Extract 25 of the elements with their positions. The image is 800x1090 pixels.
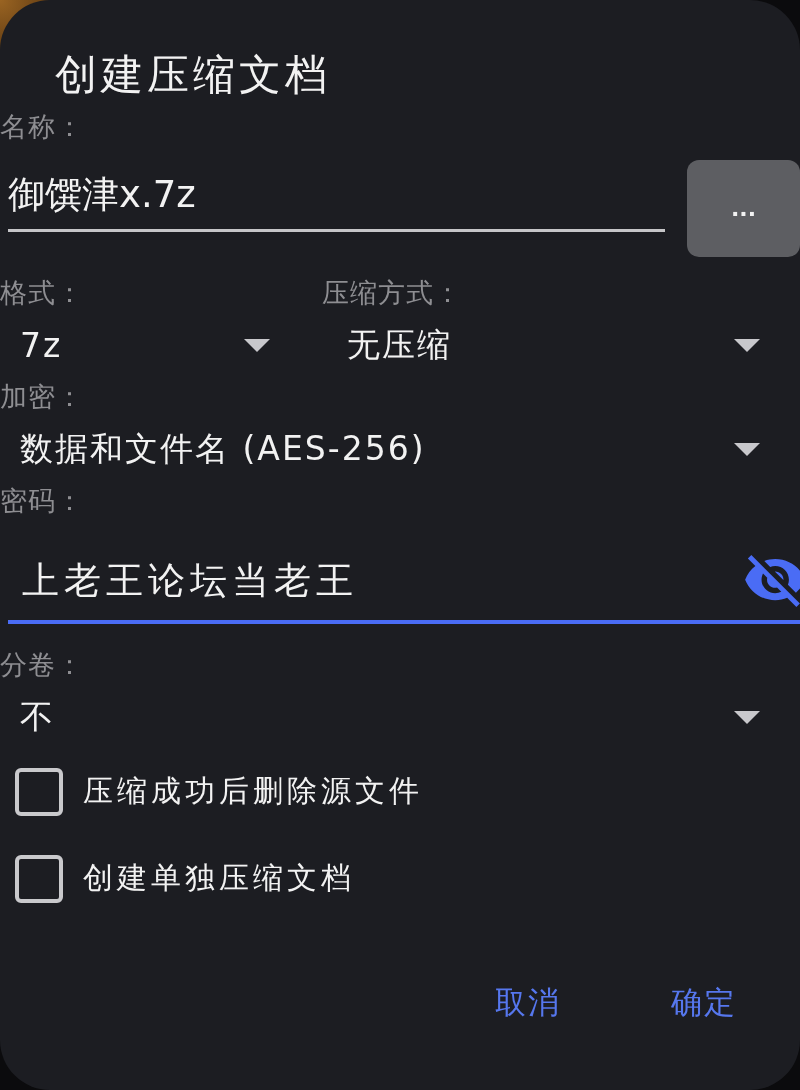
caret-icon <box>244 338 270 352</box>
name-field[interactable]: 御馔津x.7z <box>8 160 665 232</box>
password-field[interactable]: 上老王论坛当老王 <box>8 527 800 624</box>
caret-icon <box>734 338 760 352</box>
checkbox-label: 压缩成功后删除源文件 <box>83 772 423 810</box>
checkbox[interactable] <box>15 854 63 903</box>
format-select[interactable]: 7z <box>20 319 270 371</box>
field-label: 加密： <box>0 380 84 414</box>
checkbox-label: 创建单独压缩文档 <box>83 859 355 897</box>
split-volume-select[interactable]: 不 <box>20 691 760 743</box>
caret-icon <box>734 710 760 724</box>
dialog-title: 创建压缩文档 <box>55 49 331 101</box>
field-label: 分卷： <box>0 648 84 682</box>
cancel-button[interactable]: 取消 <box>483 975 573 1031</box>
caret-icon <box>734 442 760 456</box>
field-label: 压缩方式： <box>322 276 462 310</box>
browse-button[interactable]: ... <box>687 160 800 257</box>
field-label: 密码： <box>0 484 84 518</box>
ok-button[interactable]: 确定 <box>659 975 749 1031</box>
encryption-select[interactable]: 数据和文件名 (AES-256) <box>20 423 760 475</box>
checkbox[interactable] <box>15 767 63 816</box>
field-label: 名称： <box>0 110 84 144</box>
compression-select[interactable]: 无压缩 <box>347 319 760 371</box>
field-label: 格式： <box>0 276 84 310</box>
eye-off-icon[interactable] <box>745 554 800 607</box>
